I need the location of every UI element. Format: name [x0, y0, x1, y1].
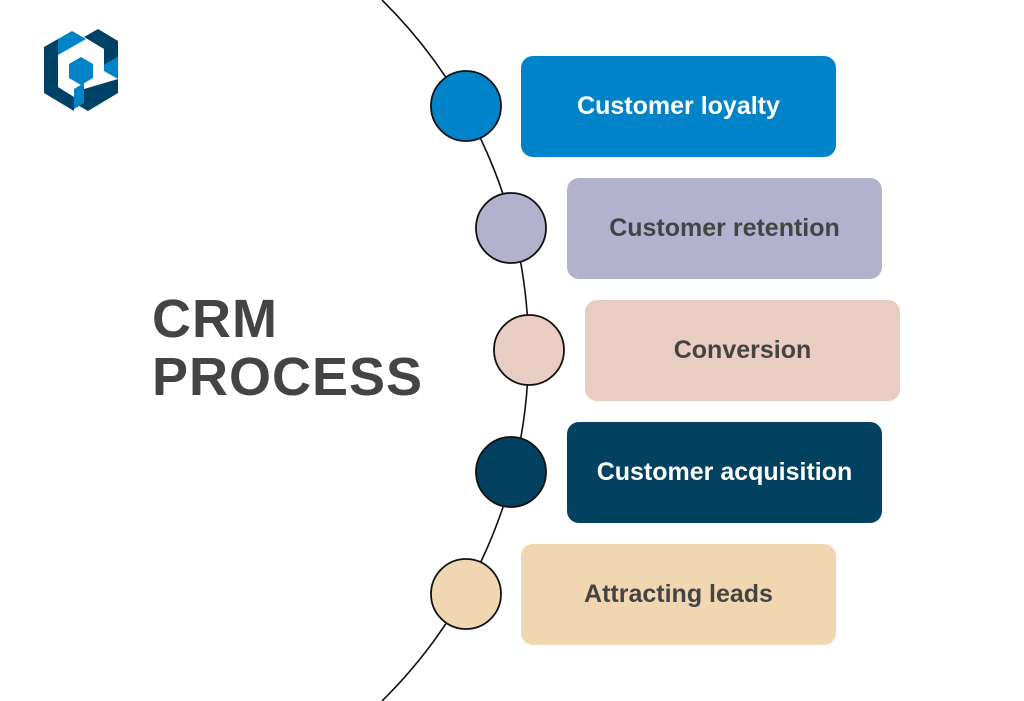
step-box-conversion: Conversion [585, 300, 900, 401]
title-line-2: PROCESS [152, 347, 424, 407]
step-label: Attracting leads [584, 580, 773, 608]
step-label: Customer retention [609, 214, 840, 242]
step-box-customer-acquisition: Customer acquisition [567, 422, 882, 523]
company-logo-icon [44, 29, 118, 111]
timeline-node-3 [493, 314, 565, 386]
step-box-attracting-leads: Attracting leads [521, 544, 836, 645]
step-box-customer-retention: Customer retention [567, 178, 882, 279]
crm-process-diagram: CRM PROCESS Customer loyalty Customer re… [0, 0, 1024, 701]
timeline-node-4 [475, 436, 547, 508]
timeline-node-5 [430, 558, 502, 630]
step-label: Customer loyalty [577, 92, 780, 120]
step-label: Customer acquisition [596, 458, 853, 486]
page-title: CRM PROCESS [152, 290, 423, 406]
timeline-node-1 [430, 70, 502, 142]
title-line-1: CRM [152, 289, 278, 349]
step-box-customer-loyalty: Customer loyalty [521, 56, 836, 157]
timeline-node-2 [475, 192, 547, 264]
step-label: Conversion [673, 336, 812, 364]
